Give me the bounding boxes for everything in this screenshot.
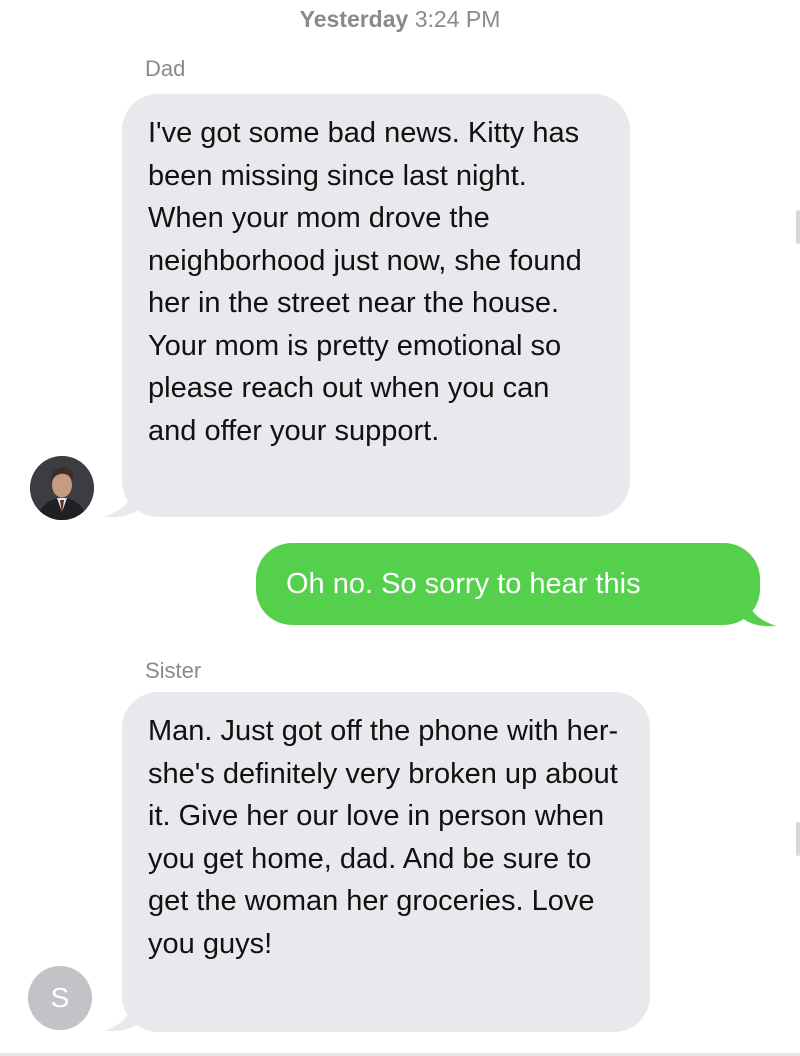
message-text: I've got some bad news. Kitty has been m… <box>148 117 582 447</box>
message-text: Man. Just got off the phone with her-she… <box>148 715 619 960</box>
timestamp-time: 3:24 PM <box>414 6 501 32</box>
edge-marker <box>796 822 800 856</box>
message-text: Oh no. So sorry to hear this <box>286 568 641 600</box>
avatar-initial: S <box>50 982 70 1013</box>
edge-marker <box>796 210 800 244</box>
message-bubble-sent[interactable]: Oh no. So sorry to hear this <box>256 543 760 625</box>
timestamp-day: Yesterday <box>299 6 409 32</box>
sister-avatar[interactable]: S <box>28 966 92 1030</box>
person-photo-icon <box>30 456 94 520</box>
message-timestamp: Yesterday 3:24 PM <box>0 6 800 33</box>
bubble-tail-sent <box>742 597 776 627</box>
sender-name-sister: Sister <box>145 658 202 683</box>
bubble-tail-received <box>104 1002 144 1032</box>
messages-thread: { "thread": { "timestamp_day": "Yesterda… <box>0 0 800 1056</box>
sender-name-dad: Dad <box>145 56 186 81</box>
message-bubble-dad[interactable]: I've got some bad news. Kitty has been m… <box>122 94 630 517</box>
bubble-tail-received <box>104 488 144 518</box>
dad-avatar[interactable] <box>30 456 94 520</box>
message-bubble-sister[interactable]: Man. Just got off the phone with her-she… <box>122 692 650 1032</box>
